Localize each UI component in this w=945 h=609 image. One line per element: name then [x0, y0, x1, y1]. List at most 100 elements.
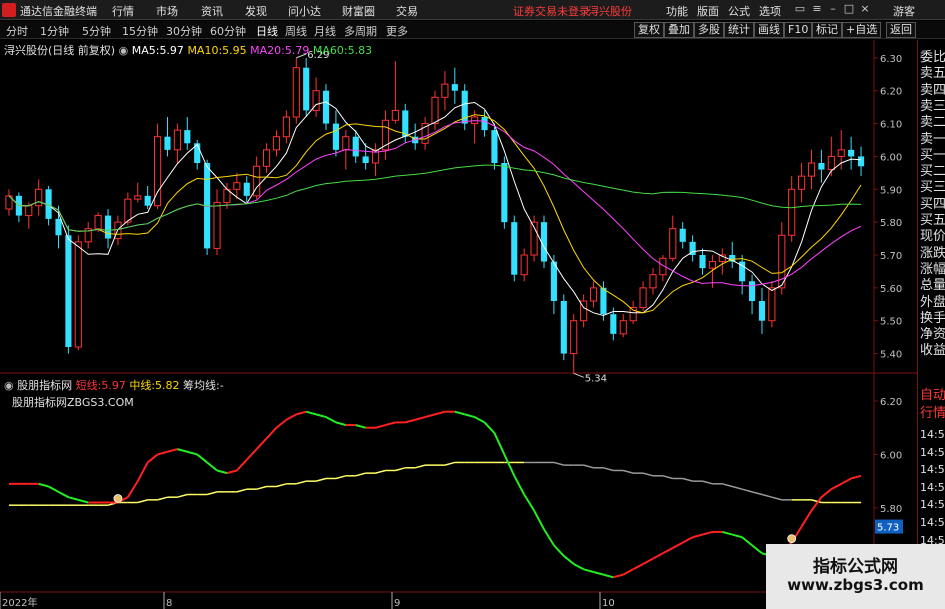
indicator-settings-icon[interactable]: ◉ — [4, 379, 14, 392]
period-5min[interactable]: 5分钟 — [82, 23, 111, 39]
menu-icon[interactable]: ≡ — [810, 2, 824, 16]
short-line-segment — [157, 450, 168, 456]
short-line-segment — [206, 461, 218, 472]
screen-icon[interactable]: ▭ — [793, 2, 807, 16]
menu-banmian[interactable]: 版面 — [697, 3, 719, 19]
side-item[interactable]: 14:56 — [920, 498, 945, 511]
short-line-segment — [147, 453, 159, 464]
menu-zixun[interactable]: 资讯 — [201, 3, 223, 19]
maximize-icon[interactable]: □ — [842, 2, 856, 16]
chart-area[interactable]: 6.30 6.20 6.10 6.00 5.90 5.80 5.70 5.60 5.50 5.40… — [0, 40, 917, 609]
mid-line-segment — [682, 477, 693, 482]
period-15min[interactable]: 15分钟 — [122, 23, 158, 39]
short-line-segment — [167, 448, 178, 453]
candle-body-up — [233, 182, 241, 190]
login-notice[interactable]: 证券交易未登录 — [513, 3, 590, 19]
menu-caifuquan[interactable]: 财富圈 — [342, 3, 375, 19]
short-line-segment — [692, 533, 703, 539]
short-line-segment — [622, 568, 634, 576]
candle-body-up — [431, 96, 439, 125]
menu-hangqing[interactable]: 行情 — [112, 3, 134, 19]
tool-biaoji[interactable]: 标记 — [812, 22, 842, 38]
tool-diejia[interactable]: 叠加 — [664, 22, 694, 38]
candle-body-up — [272, 136, 281, 151]
period-more[interactable]: 更多 — [386, 23, 408, 39]
period-daily[interactable]: 日线 — [256, 23, 278, 39]
mid-line-segment — [335, 475, 347, 480]
short-line-segment — [285, 413, 297, 421]
side-item[interactable]: 14:56 — [920, 463, 945, 476]
menu-xuanxiang[interactable]: 选项 — [759, 3, 781, 19]
minimize-icon[interactable]: – — [826, 2, 840, 16]
mid-line-segment — [603, 467, 614, 472]
short-line-segment — [315, 413, 327, 419]
price-tick-label: 5.40 — [880, 350, 902, 361]
menu-shichang[interactable]: 市场 — [156, 3, 178, 19]
close-icon[interactable]: × — [858, 2, 872, 16]
short-line-segment — [563, 555, 575, 565]
candle-body-down — [600, 287, 607, 315]
candle-body-up — [708, 261, 716, 269]
candle-body-up — [262, 149, 271, 167]
short-line-segment — [573, 563, 585, 571]
period-monthly[interactable]: 月线 — [314, 23, 336, 39]
tool-f10[interactable]: F10 — [784, 22, 813, 38]
short-line-segment — [255, 437, 268, 450]
menu-faxian[interactable]: 发现 — [245, 3, 267, 19]
side-item[interactable]: 收益 — [920, 339, 945, 358]
tool-huaxian[interactable]: 画线 — [754, 22, 784, 38]
period-weekly[interactable]: 周线 — [285, 23, 307, 39]
candle-body-down — [451, 84, 458, 91]
tool-add-watchlist[interactable]: +自选 — [842, 22, 882, 38]
ma10-value: 5.95 — [222, 44, 247, 57]
menu-gongneng[interactable]: 功能 — [666, 3, 688, 19]
legend-settings-icon[interactable]: ◉ — [119, 44, 129, 57]
tool-back[interactable]: 返回 — [886, 22, 916, 38]
candle-body-up — [124, 198, 132, 223]
tool-duogu[interactable]: 多股 — [694, 22, 724, 38]
period-multi[interactable]: 多周期 — [344, 23, 377, 39]
menu-jiaoyi[interactable]: 交易 — [396, 3, 418, 19]
side-item[interactable]: 自动 — [920, 384, 945, 403]
tool-fuquan[interactable]: 复权 — [634, 22, 664, 38]
short-line-segment — [127, 480, 139, 498]
side-item[interactable]: 行情 — [920, 402, 945, 421]
side-item[interactable]: 14:56 — [920, 428, 945, 441]
mid-line-segment — [315, 477, 327, 482]
menu-wenxiaoda[interactable]: 问小达 — [288, 3, 321, 19]
short-line-segment — [850, 474, 862, 480]
candle-body-up — [639, 287, 647, 309]
short-line-segment — [810, 496, 823, 512]
ma5-label: MA5: — [131, 44, 160, 57]
period-60min[interactable]: 60分钟 — [210, 23, 246, 39]
low-marker-line — [573, 372, 584, 378]
tool-tongji[interactable]: 统计 — [724, 22, 754, 38]
chip-line-value: - — [219, 379, 224, 392]
candle-body-up — [292, 67, 300, 118]
side-item[interactable]: 14:56 — [920, 481, 945, 494]
short-line-segment — [483, 421, 496, 434]
side-item[interactable]: 14:56 — [920, 516, 945, 529]
period-fenshi[interactable]: 分时 — [6, 23, 28, 39]
short-line-segment — [613, 573, 624, 579]
mid-line-segment — [395, 467, 406, 472]
ma5-value: 5.97 — [159, 44, 184, 57]
candle-body-down — [303, 67, 310, 111]
candle-body-down — [511, 222, 518, 275]
candle-body-up — [25, 205, 33, 217]
main-pane-title: 浔兴股份(日线 前复权) — [4, 44, 116, 57]
short-line-segment — [48, 485, 59, 493]
app-logo-icon — [2, 3, 16, 17]
candle-body-up — [342, 136, 350, 151]
short-line-segment — [543, 528, 555, 546]
side-item[interactable]: 14:56 — [920, 446, 945, 459]
short-line-segment — [830, 482, 842, 491]
mid-line-segment — [761, 493, 773, 498]
short-line-segment — [603, 573, 614, 579]
menu-gongshi[interactable]: 公式 — [728, 3, 750, 19]
user-label[interactable]: 游客 — [893, 3, 915, 19]
short-line-segment — [593, 571, 604, 576]
period-1min[interactable]: 1分钟 — [40, 23, 69, 39]
watermark-url: www.zbgs3.com — [787, 576, 924, 594]
period-30min[interactable]: 30分钟 — [166, 23, 202, 39]
